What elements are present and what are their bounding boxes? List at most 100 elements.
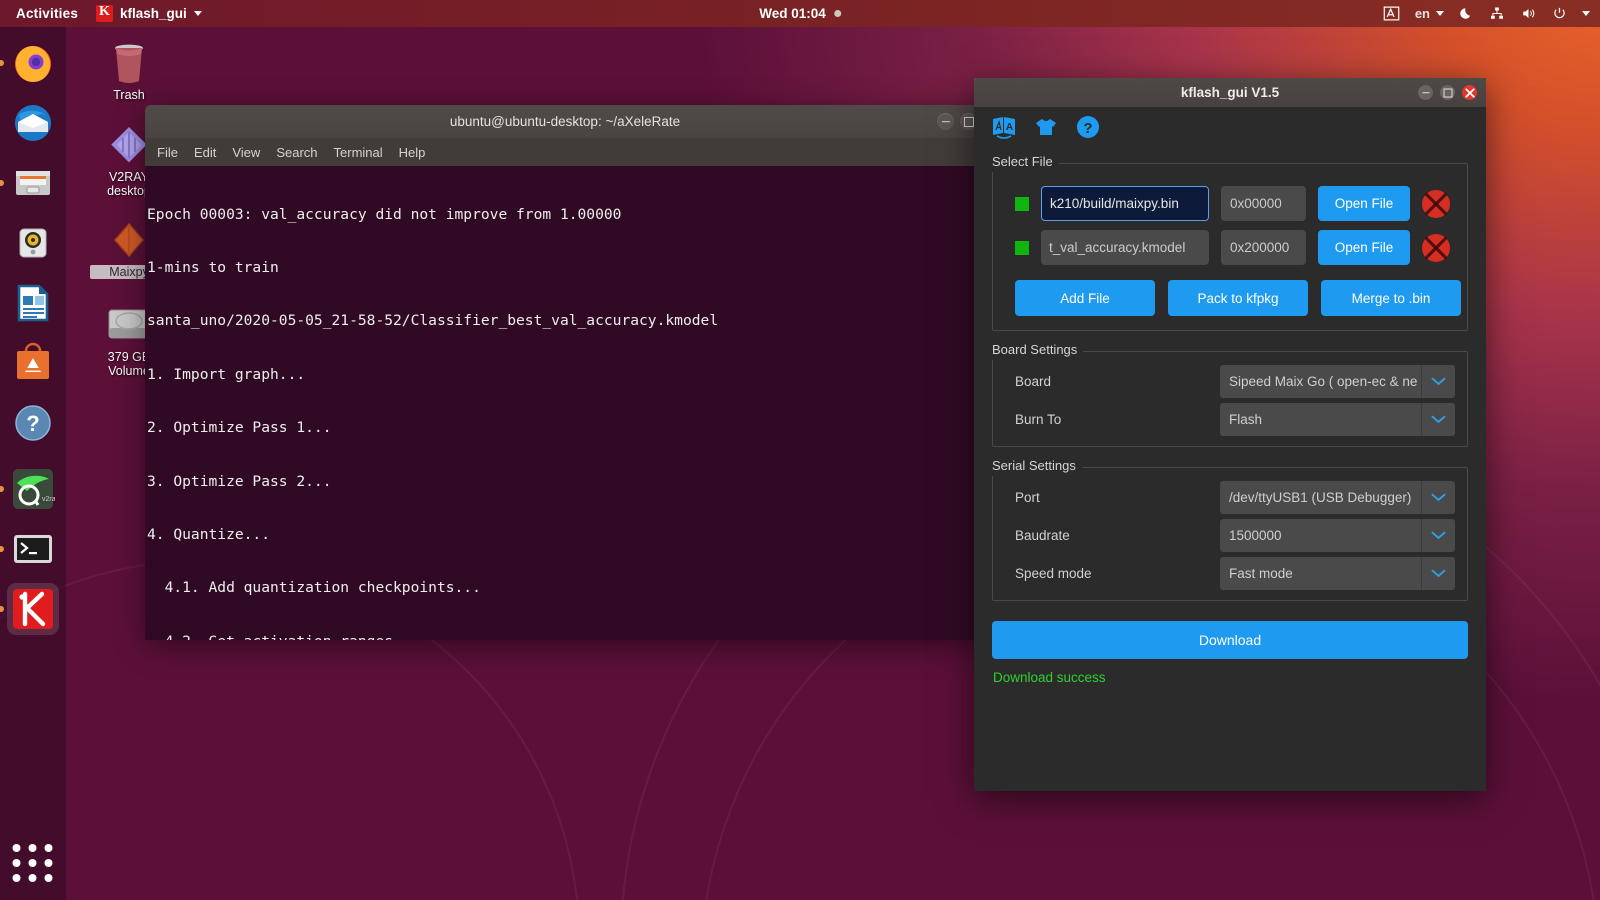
port-select-value: /dev/ttyUSB1 (USB Debugger) xyxy=(1229,490,1411,505)
serial-settings-group: Serial Settings Port /dev/ttyUSB1 (USB D… xyxy=(992,457,1468,601)
volume-icon[interactable] xyxy=(1520,6,1537,21)
dock-item-thunderbird[interactable] xyxy=(7,97,59,149)
svg-text:?: ? xyxy=(1083,120,1092,137)
dock-item-help[interactable]: ? xyxy=(7,397,59,449)
file-address-input[interactable] xyxy=(1221,230,1306,265)
help-icon[interactable]: ? xyxy=(1075,114,1101,140)
select-file-title: Select File xyxy=(992,154,1059,172)
file-row: Open File xyxy=(993,221,1467,265)
kflash-gui-icon xyxy=(11,587,55,631)
terminal-line: 1-mins to train xyxy=(147,259,985,277)
top-panel: Activities kflash_gui Wed 01:04 en xyxy=(0,0,1600,27)
setting-row-baudrate: Baudrate 1500000 xyxy=(993,516,1467,554)
language-label: en xyxy=(1415,6,1430,21)
running-indicator xyxy=(0,180,4,186)
desktop-icon-trash[interactable]: Trash xyxy=(90,38,168,102)
terminal-menubar: File Edit View Search Terminal Help xyxy=(145,138,985,166)
dock-item-terminal[interactable] xyxy=(7,523,59,575)
speed-mode-select[interactable]: Fast mode xyxy=(1220,557,1455,590)
dock-item-kflash-gui[interactable] xyxy=(7,583,59,635)
port-label: Port xyxy=(1005,490,1220,505)
open-file-button[interactable]: Open File xyxy=(1318,186,1410,221)
firefox-icon xyxy=(11,41,55,85)
baudrate-select[interactable]: 1500000 xyxy=(1220,519,1455,552)
network-icon[interactable] xyxy=(1489,6,1505,21)
file-row: Open File xyxy=(993,177,1467,221)
close-icon[interactable] xyxy=(1462,85,1477,100)
burn-to-select[interactable]: Flash xyxy=(1220,403,1455,436)
dock-item-files[interactable] xyxy=(7,157,59,209)
maximize-icon[interactable] xyxy=(1440,85,1455,100)
add-file-button[interactable]: Add File xyxy=(1015,280,1155,316)
chevron-down-icon xyxy=(1421,519,1455,552)
burn-to-select-value: Flash xyxy=(1229,412,1262,427)
kflash-icon xyxy=(96,5,113,22)
menu-item-file[interactable]: File xyxy=(157,145,178,160)
file-path-input[interactable] xyxy=(1041,186,1209,221)
chevron-down-icon xyxy=(1421,403,1455,436)
board-label: Board xyxy=(1005,374,1220,389)
svg-text:v2ray: v2ray xyxy=(42,496,55,503)
night-light-icon[interactable] xyxy=(1459,6,1474,21)
remove-file-button[interactable] xyxy=(1422,234,1450,262)
port-select[interactable]: /dev/ttyUSB1 (USB Debugger) xyxy=(1220,481,1455,514)
dock: ? v2ray xyxy=(0,27,66,900)
rhythmbox-icon xyxy=(11,221,55,265)
clock-label: Wed 01:04 xyxy=(759,6,826,21)
open-file-button[interactable]: Open File xyxy=(1318,230,1410,265)
menu-item-search[interactable]: Search xyxy=(276,145,317,160)
translate-icon[interactable]: A xyxy=(991,114,1017,140)
minimize-icon[interactable] xyxy=(937,113,954,130)
kflash-window-controls xyxy=(1418,85,1477,100)
setting-row-speed-mode: Speed mode Fast mode xyxy=(993,554,1467,592)
kflash-titlebar[interactable]: kflash_gui V1.5 xyxy=(974,78,1486,107)
language-menu[interactable]: en xyxy=(1415,6,1444,21)
app-menu[interactable]: kflash_gui xyxy=(88,5,210,22)
input-method-icon[interactable] xyxy=(1383,5,1400,22)
running-indicator xyxy=(0,60,4,66)
menu-item-terminal[interactable]: Terminal xyxy=(334,145,383,160)
svg-text:?: ? xyxy=(26,411,39,436)
setting-row-board: Board Sipeed Maix Go ( open-ec & ne xyxy=(993,362,1467,400)
download-status: Download success xyxy=(974,659,1486,685)
help-icon: ? xyxy=(11,401,55,445)
terminal-window: ubuntu@ubuntu-desktop: ~/aXeleRate File … xyxy=(145,105,985,640)
file-address-input[interactable] xyxy=(1221,186,1306,221)
clock-menu[interactable]: Wed 01:04 xyxy=(759,6,841,21)
power-icon[interactable] xyxy=(1552,6,1567,21)
minimize-icon[interactable] xyxy=(1418,85,1433,100)
kflash-window: kflash_gui V1.5 A xyxy=(974,78,1486,791)
activities-button[interactable]: Activities xyxy=(0,6,88,21)
terminal-titlebar[interactable]: ubuntu@ubuntu-desktop: ~/aXeleRate xyxy=(145,105,985,138)
download-button[interactable]: Download xyxy=(992,621,1468,659)
dock-item-libreoffice-writer[interactable] xyxy=(7,277,59,329)
baudrate-label: Baudrate xyxy=(1005,528,1220,543)
pack-to-kfpkg-button[interactable]: Pack to kfpkg xyxy=(1168,280,1308,316)
terminal-icon xyxy=(11,527,55,571)
dock-item-ubuntu-software[interactable] xyxy=(7,337,59,389)
menu-item-view[interactable]: View xyxy=(232,145,260,160)
menu-item-edit[interactable]: Edit xyxy=(194,145,216,160)
chevron-down-icon xyxy=(1421,557,1455,590)
terminal-line: Epoch 00003: val_accuracy did not improv… xyxy=(147,206,985,224)
file-path-input[interactable] xyxy=(1041,230,1209,265)
running-indicator xyxy=(0,606,4,612)
dock-item-qv2ray[interactable]: v2ray xyxy=(7,463,59,515)
kflash-toolbar: A ? xyxy=(974,107,1486,147)
terminal-line: 2. Optimize Pass 1... xyxy=(147,419,985,437)
terminal-line: 4.2. Get activation ranges... xyxy=(147,633,985,640)
status-led xyxy=(1015,197,1029,211)
remove-file-button[interactable] xyxy=(1422,190,1450,218)
terminal-output[interactable]: Epoch 00003: val_accuracy did not improv… xyxy=(145,166,985,640)
tshirt-icon[interactable] xyxy=(1033,114,1059,140)
chevron-down-icon xyxy=(194,11,202,16)
status-led xyxy=(1015,241,1029,255)
board-select[interactable]: Sipeed Maix Go ( open-ec & ne xyxy=(1220,365,1455,398)
show-applications-button[interactable] xyxy=(13,844,54,882)
board-settings-title: Board Settings xyxy=(992,342,1083,360)
dock-item-rhythmbox[interactable] xyxy=(7,217,59,269)
chevron-down-icon[interactable] xyxy=(1582,11,1590,16)
merge-to-bin-button[interactable]: Merge to .bin xyxy=(1321,280,1461,316)
menu-item-help[interactable]: Help xyxy=(399,145,426,160)
dock-item-firefox[interactable] xyxy=(7,37,59,89)
